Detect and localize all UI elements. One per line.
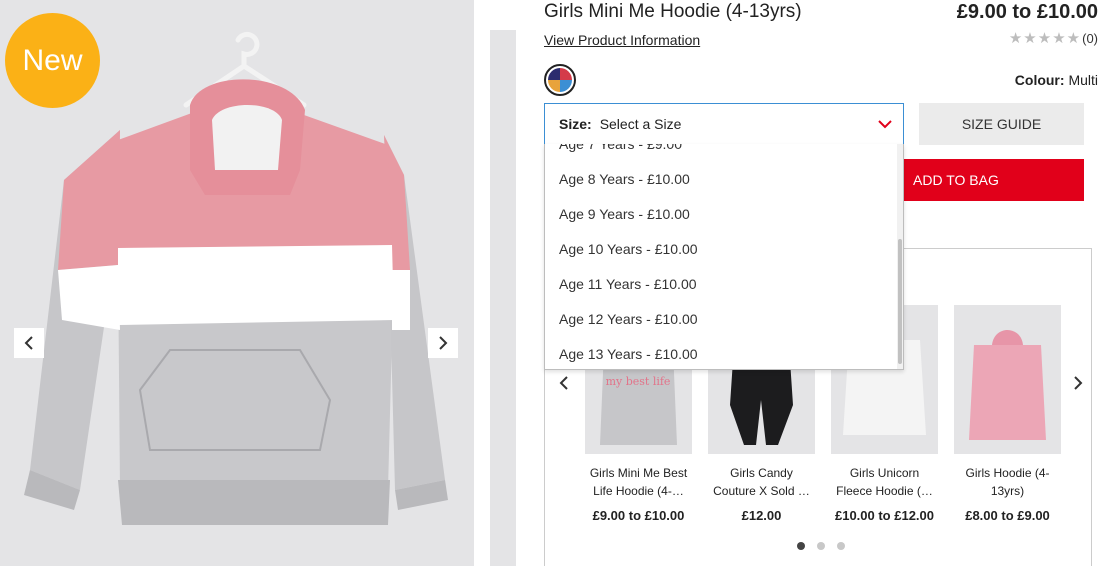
dropdown-scrollbar-thumb[interactable] bbox=[898, 239, 902, 364]
carousel-pagination bbox=[797, 542, 845, 550]
gallery-next-button[interactable] bbox=[428, 328, 458, 358]
chevron-left-icon bbox=[559, 376, 568, 390]
star-icon: ★ bbox=[1066, 30, 1081, 47]
star-icon: ★ bbox=[1037, 30, 1052, 47]
multi-colour-icon bbox=[548, 68, 572, 92]
card-print-text: my best life bbox=[606, 375, 671, 388]
size-option[interactable]: Age 9 Years - £10.00 bbox=[545, 197, 897, 232]
product-card[interactable]: Girls Hoodie (4-13yrs) £8.00 to £9.00 bbox=[954, 305, 1061, 523]
carousel-dot[interactable] bbox=[797, 542, 805, 550]
size-select-value: Select a Size bbox=[599, 116, 682, 132]
size-option[interactable]: Age 11 Years - £10.00 bbox=[545, 267, 897, 302]
product-card-price: £8.00 to £9.00 bbox=[965, 508, 1050, 523]
recommendations-prev-button[interactable] bbox=[554, 373, 574, 393]
product-card-price: £12.00 bbox=[741, 508, 782, 523]
size-guide-button[interactable]: SIZE GUIDE bbox=[919, 103, 1084, 145]
star-icon: ★ bbox=[1023, 30, 1037, 47]
new-badge: New bbox=[5, 13, 100, 108]
colour-label-title: Colour: bbox=[1014, 72, 1065, 88]
gallery-prev-button[interactable] bbox=[14, 328, 44, 358]
view-product-information-link[interactable]: View Product Information bbox=[544, 32, 700, 48]
chevron-right-icon bbox=[1074, 376, 1083, 390]
chevron-down-icon bbox=[878, 120, 892, 129]
product-image-gallery: New bbox=[0, 0, 474, 566]
size-select[interactable]: Size: Select a Size bbox=[544, 103, 904, 145]
colour-value: Multi bbox=[1068, 72, 1098, 88]
size-option[interactable]: Age 13 Years - £10.00 bbox=[545, 337, 897, 369]
rating-count: (0) bbox=[1082, 31, 1098, 46]
carousel-dot[interactable] bbox=[837, 542, 845, 550]
chevron-right-icon bbox=[439, 336, 448, 350]
recommendations-next-button[interactable] bbox=[1068, 373, 1088, 393]
dropdown-scrollbar[interactable] bbox=[897, 144, 903, 369]
product-price: £9.00 to £10.00 bbox=[956, 1, 1098, 23]
size-dropdown-list[interactable]: Age 7 Years - £9.00 Age 8 Years - £10.00… bbox=[544, 144, 904, 370]
size-option[interactable]: Age 10 Years - £10.00 bbox=[545, 232, 897, 267]
size-option[interactable]: Age 12 Years - £10.00 bbox=[545, 302, 897, 337]
star-icon: ★ bbox=[1052, 30, 1066, 47]
size-option[interactable]: Age 8 Years - £10.00 bbox=[545, 162, 897, 197]
product-card-price: £10.00 to £12.00 bbox=[834, 508, 935, 523]
star-icon: ★ bbox=[1008, 30, 1023, 47]
product-card-name: Girls Candy Couture X Sold … bbox=[713, 466, 810, 498]
colour-swatch-multi[interactable] bbox=[544, 64, 576, 96]
product-card-name: Girls Unicorn Fleece Hoodie (… bbox=[836, 466, 933, 498]
chevron-left-icon bbox=[24, 336, 33, 350]
colour-label: Colour: Multi bbox=[1015, 72, 1098, 88]
size-select-label: Size: bbox=[559, 116, 592, 132]
product-title: Girls Mini Me Hoodie (4-13yrs) bbox=[544, 1, 802, 22]
product-card-name: Girls Mini Me Best Life Hoodie (4-… bbox=[589, 466, 688, 498]
size-option[interactable]: Age 7 Years - £9.00 bbox=[545, 144, 897, 162]
thumbnail-strip[interactable] bbox=[490, 30, 516, 566]
product-card-name: Girls Hoodie (4-13yrs) bbox=[965, 466, 1050, 498]
product-card-price: £9.00 to £10.00 bbox=[592, 508, 685, 523]
star-rating[interactable]: ★ ★ ★ ★ ★ (0) bbox=[1009, 31, 1098, 46]
carousel-dot[interactable] bbox=[817, 542, 825, 550]
product-card-image bbox=[954, 305, 1061, 454]
